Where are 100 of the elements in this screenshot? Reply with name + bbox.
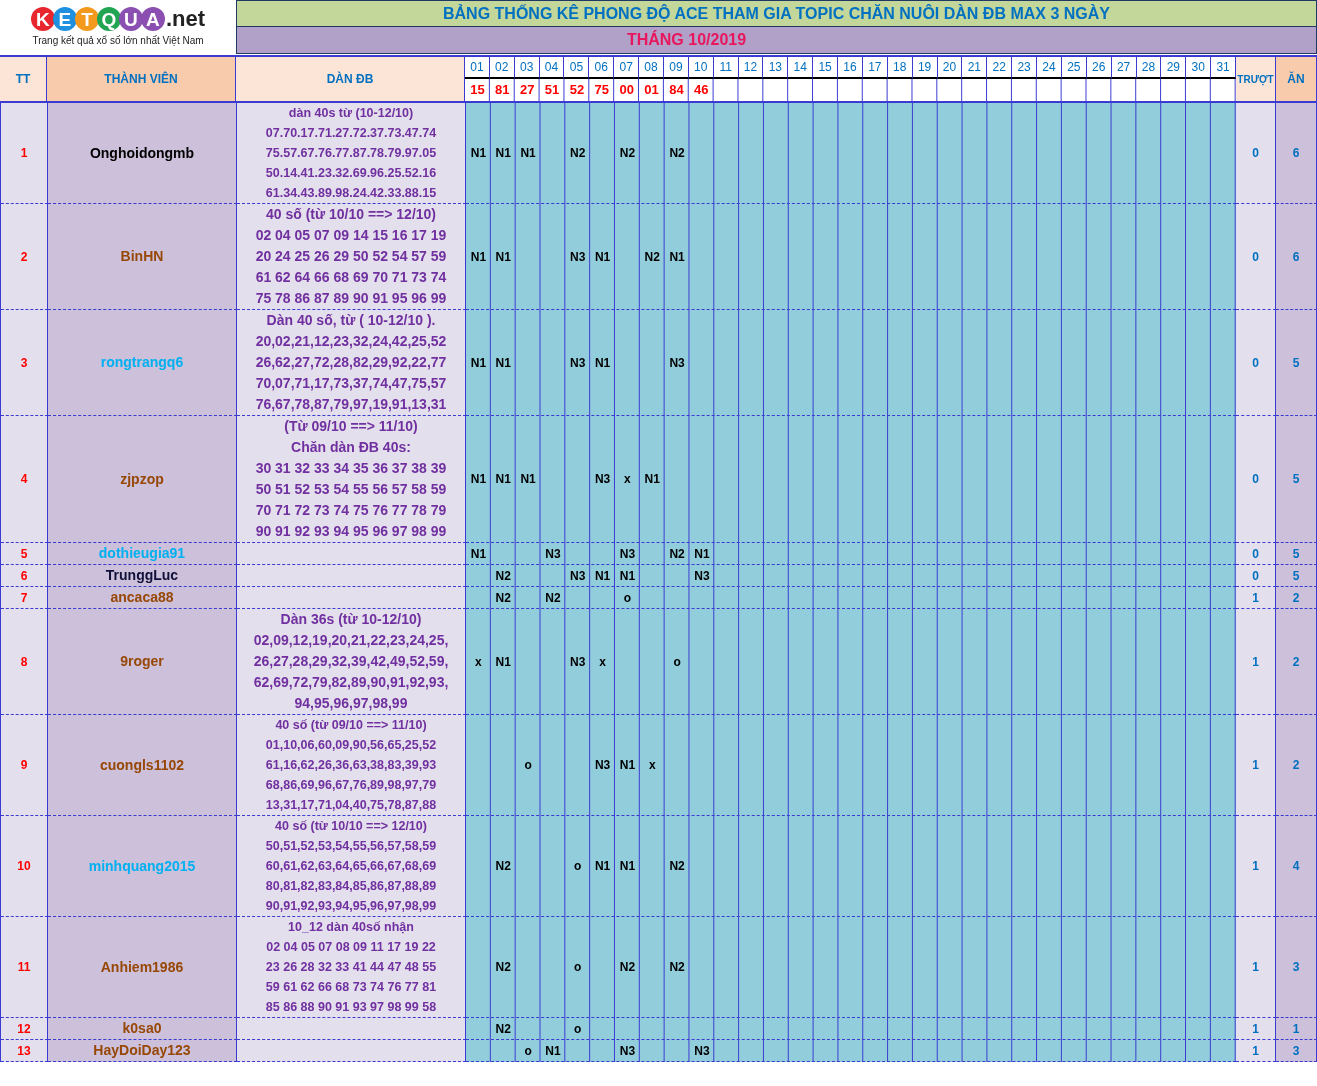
day-mark: N3 — [569, 248, 587, 266]
day-header-cell: 03 — [514, 57, 540, 79]
day-header-cell: 11 — [713, 57, 739, 79]
result-number: 81 — [494, 81, 511, 100]
header-cell: ĂN — [1276, 57, 1317, 101]
day-header-cell: 31 — [1211, 57, 1236, 79]
day-header-cell: 10 — [688, 57, 714, 79]
day-header-cell: 20 — [937, 57, 963, 79]
win-count: 1 — [1276, 1018, 1317, 1040]
day-header-cell: 27 — [1111, 57, 1137, 79]
day-mark: N2 — [494, 858, 512, 875]
day-mark: N2 — [643, 248, 661, 266]
index-cell: 10 — [1, 816, 48, 917]
month-bar: THÁNG 10/2019 — [236, 27, 1317, 54]
index-cell: 6 — [1, 565, 48, 587]
member-name: dothieugia91 — [48, 543, 237, 565]
header-cell: TRƯỢT — [1236, 57, 1276, 101]
logo-letter: E — [52, 7, 77, 31]
index-cell: 8 — [1, 609, 48, 715]
day-mark: N1 — [469, 471, 488, 488]
day-mark: N2 — [618, 959, 637, 976]
miss-count: 1 — [1236, 816, 1276, 917]
day-mark: N1 — [618, 858, 637, 875]
day-mark: N1 — [618, 567, 637, 585]
day-mark: N1 — [643, 471, 661, 488]
miss-count: 1 — [1236, 587, 1276, 609]
day-mark: N1 — [494, 471, 512, 488]
day-mark: N1 — [668, 248, 686, 266]
logo-tagline: Trang kết quả xổ số lớn nhất Việt Nam — [32, 34, 204, 48]
day-mark: N2 — [618, 145, 637, 162]
day-mark: N1 — [593, 567, 612, 585]
win-count: 2 — [1276, 609, 1317, 715]
member-name: ancaca88 — [48, 587, 237, 609]
index-cell: 5 — [1, 543, 48, 565]
numbers-cell: Dàn 36s (từ 10-12/10) 02,09,12,19,20,21,22,23,24,25, 26,27,28,29,32,39,42,49,52,59, 62,69,72,79,82,89,90,91,92,93, 94,95,96,97,98,99 — [237, 609, 466, 715]
result-number: 75 — [593, 81, 610, 100]
miss-count: 0 — [1236, 565, 1276, 587]
index-cell: 9 — [1, 715, 48, 816]
index-cell: 3 — [1, 310, 48, 416]
day-mark: N1 — [519, 471, 537, 488]
header-cell: DÀN ĐB — [236, 57, 465, 101]
day-mark: N1 — [593, 248, 612, 266]
day-mark: N3 — [618, 1042, 637, 1060]
member-name: TrunggLuc — [48, 565, 237, 587]
day-mark: N2 — [494, 567, 512, 585]
logo-letter: A — [140, 7, 165, 31]
miss-count: 1 — [1236, 1018, 1276, 1040]
win-count: 5 — [1276, 543, 1317, 565]
logo-letter: K — [30, 7, 55, 31]
day-mark: N1 — [494, 653, 512, 671]
index-cell: 2 — [1, 204, 48, 310]
day-mark: o — [573, 1020, 583, 1038]
day-mark: N1 — [593, 354, 612, 372]
day-mark: N1 — [693, 545, 711, 563]
miss-count: 1 — [1236, 917, 1276, 1018]
index-cell: 1 — [1, 103, 48, 204]
win-count: 6 — [1276, 204, 1317, 310]
day-mark: N1 — [618, 757, 637, 774]
miss-count: 0 — [1236, 103, 1276, 204]
logo-letter: T — [74, 7, 99, 31]
day-mark: o — [573, 858, 583, 875]
member-name: 9roger — [48, 609, 237, 715]
day-header-cell: 14 — [788, 57, 814, 79]
day-header-cell: 02 — [489, 57, 515, 79]
header-cell: THÀNH VIÊN — [47, 57, 236, 101]
day-header-cell: 05 — [564, 57, 590, 79]
title-bar: BẢNG THỐNG KÊ PHONG ĐỘ ACE THAM GIA TOPIC CHĂN NUÔI DÀN ĐB MAX 3 NGÀY — [236, 0, 1317, 27]
win-count: 2 — [1276, 587, 1317, 609]
member-name: Anhiem1986 — [48, 917, 237, 1018]
result-number: 84 — [668, 81, 685, 100]
win-count: 5 — [1276, 565, 1317, 587]
day-header-cell: 30 — [1186, 57, 1212, 79]
index-cell: 12 — [1, 1018, 48, 1040]
numbers-cell: (Từ 09/10 ==> 11/10) Chăn dàn ĐB 40s: 30 31 32 33 34 35 36 37 38 39 50 51 52 53 54 55 56 57 58 59 70 71 72 73 74 75 76 77 78 79 90 91 92 93 94 95 96 97 98 99 — [237, 416, 466, 543]
day-mark: N1 — [494, 145, 512, 162]
day-header-cell: 01 — [465, 57, 490, 79]
day-header-cell: 29 — [1161, 57, 1187, 79]
member-name: cuongls1102 — [48, 715, 237, 816]
result-number: 00 — [618, 81, 635, 100]
day-mark: N2 — [668, 145, 686, 162]
day-header-cell: 12 — [738, 57, 764, 79]
numbers-cell: Dàn 40 số, từ ( 10-12/10 ). 20,02,21,12,23,32,24,42,25,52 26,62,27,72,28,82,29,92,22,77 70,07,71,17,73,37,74,47,75,57 76,67,78,87,79,97,19,91,13,31 — [237, 310, 466, 416]
day-mark: N3 — [618, 545, 637, 563]
win-count: 3 — [1276, 1040, 1317, 1062]
win-count: 4 — [1276, 816, 1317, 917]
win-count: 2 — [1276, 715, 1317, 816]
day-mark: N2 — [544, 589, 562, 607]
day-header-cell: 23 — [1012, 57, 1038, 79]
day-header-cell: 25 — [1061, 57, 1087, 79]
member-name: zjpzop — [48, 416, 237, 543]
miss-count: 0 — [1236, 543, 1276, 565]
member-name: minhquang2015 — [48, 816, 237, 917]
miss-count: 0 — [1236, 416, 1276, 543]
day-mark: N2 — [494, 589, 512, 607]
day-header-cell: 09 — [663, 57, 689, 79]
win-count: 6 — [1276, 103, 1317, 204]
result-number: 15 — [469, 81, 486, 100]
header-cell: TT — [0, 57, 47, 101]
day-mark: N2 — [668, 858, 686, 875]
win-count: 3 — [1276, 917, 1317, 1018]
